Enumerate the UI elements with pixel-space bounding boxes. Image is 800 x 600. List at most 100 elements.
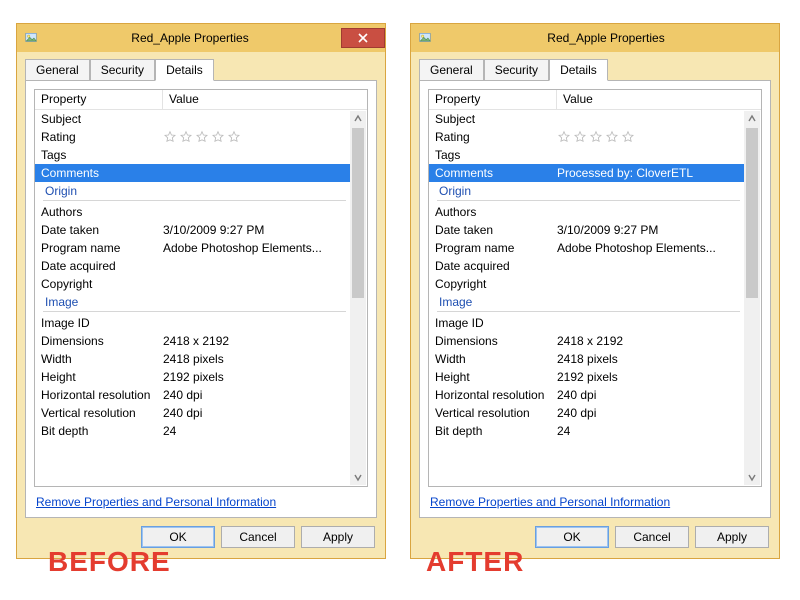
close-button[interactable] bbox=[341, 28, 385, 48]
scroll-thumb[interactable] bbox=[352, 128, 364, 298]
scroll-down-arrow-icon[interactable] bbox=[350, 469, 366, 485]
prop-label: Image ID bbox=[429, 316, 557, 330]
tab-details[interactable]: Details bbox=[155, 59, 214, 81]
picture-icon bbox=[23, 30, 39, 46]
list-row[interactable]: Dimensions2418 x 2192 bbox=[35, 332, 350, 350]
window-title: Red_Apple Properties bbox=[433, 31, 779, 45]
remove-properties-link[interactable]: Remove Properties and Personal Informati… bbox=[36, 495, 276, 509]
btn-label: Apply bbox=[717, 530, 747, 544]
prop-label: Height bbox=[429, 370, 557, 384]
list-row[interactable]: Height2192 pixels bbox=[35, 368, 350, 386]
ok-button[interactable]: OK bbox=[141, 526, 215, 548]
vertical-scrollbar[interactable] bbox=[350, 111, 366, 485]
list-row[interactable]: Date taken3/10/2009 9:27 PM bbox=[35, 221, 350, 239]
list-row[interactable]: Tags bbox=[35, 146, 350, 164]
scroll-up-arrow-icon[interactable] bbox=[350, 111, 366, 127]
list-row[interactable]: Tags bbox=[429, 146, 744, 164]
list-row[interactable]: Bit depth24 bbox=[35, 422, 350, 440]
list-row[interactable]: Authors bbox=[429, 203, 744, 221]
prop-label: Copyright bbox=[429, 277, 557, 291]
scroll-down-arrow-icon[interactable] bbox=[744, 469, 760, 485]
list-row[interactable]: Vertical resolution240 dpi bbox=[429, 404, 744, 422]
apply-button[interactable]: Apply bbox=[695, 526, 769, 548]
scroll-thumb[interactable] bbox=[746, 128, 758, 298]
prop-label: Program name bbox=[429, 241, 557, 255]
prop-value: Adobe Photoshop Elements... bbox=[163, 241, 350, 255]
list-row[interactable]: Width2418 pixels bbox=[429, 350, 744, 368]
list-scroll-area: SubjectRatingTagsCommentsOriginAuthorsDa… bbox=[35, 110, 367, 486]
col-property-label: Property bbox=[435, 92, 480, 106]
group-header: Image bbox=[35, 293, 350, 311]
prop-label: Bit depth bbox=[429, 424, 557, 438]
tab-label: General bbox=[430, 63, 473, 77]
list-row[interactable]: Date acquired bbox=[429, 257, 744, 275]
list-row[interactable]: Horizontal resolution240 dpi bbox=[35, 386, 350, 404]
list-row[interactable]: Program nameAdobe Photoshop Elements... bbox=[35, 239, 350, 257]
prop-value: 240 dpi bbox=[557, 388, 744, 402]
dialog-buttons: OK Cancel Apply bbox=[25, 518, 377, 548]
prop-label: Tags bbox=[429, 148, 557, 162]
rating-stars[interactable] bbox=[557, 130, 744, 144]
list-row[interactable]: Width2418 pixels bbox=[35, 350, 350, 368]
tabpanel-details: Property Value SubjectRating Tags CommentsPr… bbox=[419, 80, 771, 518]
group-label: Origin bbox=[35, 184, 163, 198]
list-row[interactable]: Rating bbox=[35, 128, 350, 146]
picture-icon bbox=[417, 30, 433, 46]
list-row[interactable]: Copyright bbox=[35, 275, 350, 293]
tabstrip: General SecurityDetails bbox=[419, 58, 771, 80]
prop-label: Width bbox=[429, 352, 557, 366]
apply-button[interactable]: Apply bbox=[301, 526, 375, 548]
titlebar[interactable]: Red_Apple Properties bbox=[411, 24, 779, 52]
group-label: Origin bbox=[429, 184, 557, 198]
list-row[interactable]: CommentsProcessed by: CloverETL bbox=[429, 164, 744, 182]
remove-properties-link[interactable]: Remove Properties and Personal Informati… bbox=[430, 495, 670, 509]
btn-label: OK bbox=[169, 530, 186, 544]
col-property[interactable]: Property bbox=[35, 90, 163, 109]
list-row[interactable]: Copyright bbox=[429, 275, 744, 293]
properties-list[interactable]: PropertyValueSubject Rating Tags Comments Or… bbox=[34, 89, 368, 487]
list-row[interactable]: Dimensions2418 x 2192 bbox=[429, 332, 744, 350]
tab-security[interactable]: Security bbox=[484, 59, 549, 80]
vertical-scrollbar[interactable] bbox=[744, 111, 760, 485]
prop-label: Program name bbox=[35, 241, 163, 255]
ok-button[interactable]: OK bbox=[535, 526, 609, 548]
prop-label: Subject bbox=[35, 112, 163, 126]
list-row[interactable]: Comments bbox=[35, 164, 350, 182]
list-row[interactable]: Subject bbox=[35, 110, 350, 128]
list-row[interactable]: Horizontal resolution240 dpi bbox=[429, 386, 744, 404]
col-property[interactable]: Property bbox=[429, 90, 557, 109]
prop-label: Bit depth bbox=[35, 424, 163, 438]
col-value[interactable]: Value bbox=[163, 90, 367, 109]
list-row[interactable]: Bit depth24 bbox=[429, 422, 744, 440]
cancel-button[interactable]: Cancel bbox=[615, 526, 689, 548]
prop-value: 2418 pixels bbox=[557, 352, 744, 366]
list-row[interactable]: Subject bbox=[429, 110, 744, 128]
list-row[interactable]: Vertical resolution240 dpi bbox=[35, 404, 350, 422]
col-value-label: Value bbox=[563, 92, 593, 106]
list-row[interactable]: Program nameAdobe Photoshop Elements... bbox=[429, 239, 744, 257]
scroll-up-arrow-icon[interactable] bbox=[744, 111, 760, 127]
tab-details[interactable]: Details bbox=[549, 59, 608, 81]
list-row[interactable]: Authors bbox=[35, 203, 350, 221]
tab-label: Security bbox=[101, 63, 144, 77]
titlebar[interactable]: Red_Apple Properties bbox=[17, 24, 385, 52]
list-row[interactable]: Image ID bbox=[35, 314, 350, 332]
col-value[interactable]: Value bbox=[557, 90, 761, 109]
list-row[interactable]: Image ID bbox=[429, 314, 744, 332]
tab-general[interactable]: General bbox=[25, 59, 90, 80]
list-row[interactable]: Date taken3/10/2009 9:27 PM bbox=[429, 221, 744, 239]
group-label: Image bbox=[429, 295, 557, 309]
prop-label: Tags bbox=[35, 148, 163, 162]
cancel-button[interactable]: Cancel bbox=[221, 526, 295, 548]
list-row[interactable]: Rating bbox=[429, 128, 744, 146]
rating-stars[interactable] bbox=[163, 130, 350, 144]
prop-label: Dimensions bbox=[35, 334, 163, 348]
list-row[interactable]: Date acquired bbox=[35, 257, 350, 275]
close-button-placeholder bbox=[735, 24, 779, 44]
tab-security[interactable]: Security bbox=[90, 59, 155, 80]
tab-general[interactable]: General bbox=[419, 59, 484, 80]
properties-list[interactable]: Property Value SubjectRating Tags CommentsPr… bbox=[428, 89, 762, 487]
dialog-buttons: OK Cancel Apply bbox=[419, 518, 771, 548]
list-rows: SubjectRatingTagsCommentsOriginAuthorsDa… bbox=[35, 110, 350, 486]
list-row[interactable]: Height2192 pixels bbox=[429, 368, 744, 386]
